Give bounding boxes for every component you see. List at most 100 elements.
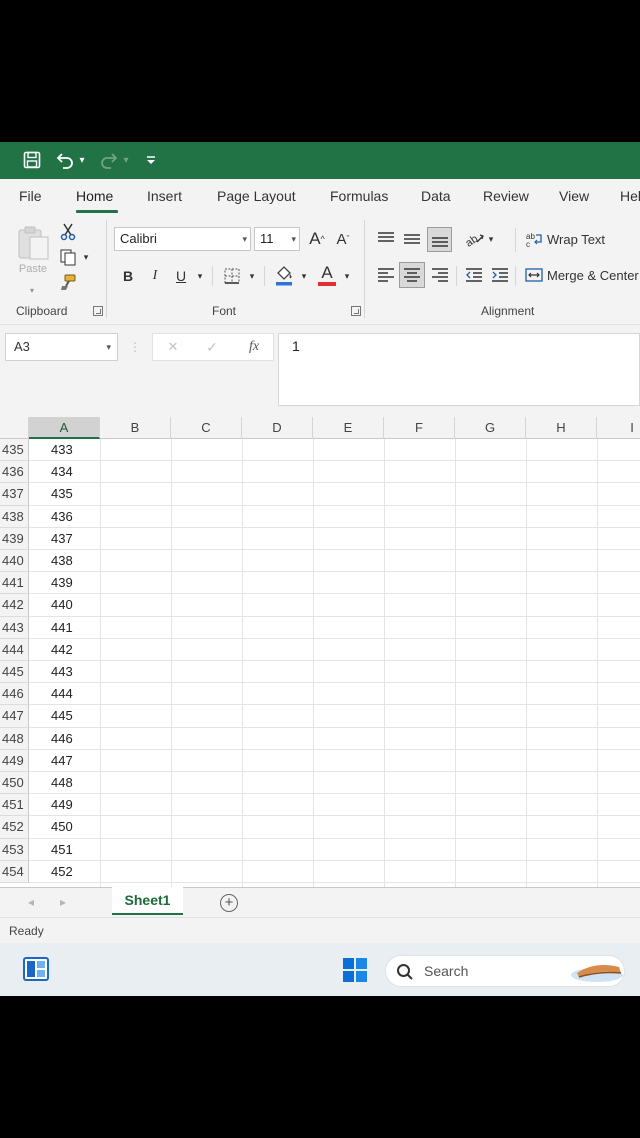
redo-icon[interactable] bbox=[98, 148, 120, 172]
column-header-i[interactable]: I bbox=[597, 417, 640, 439]
tab-home[interactable]: Home bbox=[76, 188, 113, 204]
name-box[interactable]: A3 ▾ bbox=[5, 333, 118, 361]
cell-a[interactable]: 452 bbox=[29, 860, 100, 883]
row-header[interactable]: 438 bbox=[0, 505, 29, 528]
cell-a[interactable]: 439 bbox=[29, 572, 100, 595]
underline-dropdown-icon[interactable]: ▾ bbox=[194, 264, 206, 288]
clipboard-launcher-icon[interactable] bbox=[93, 306, 103, 316]
row-header[interactable]: 443 bbox=[0, 616, 29, 639]
sheet-next-icon[interactable]: ▸ bbox=[60, 895, 66, 909]
widgets-icon[interactable] bbox=[22, 956, 50, 982]
cell-a[interactable]: 451 bbox=[29, 838, 100, 861]
font-color-button[interactable]: A bbox=[315, 262, 339, 288]
sheet-prev-icon[interactable]: ◂ bbox=[28, 895, 34, 909]
tab-file[interactable]: File bbox=[19, 188, 42, 204]
row-header[interactable]: 440 bbox=[0, 550, 29, 573]
cell-a[interactable]: 437 bbox=[29, 527, 100, 550]
cell-a[interactable]: 441 bbox=[29, 616, 100, 639]
row-header[interactable]: 447 bbox=[0, 705, 29, 728]
undo-dropdown-icon[interactable]: ▾ bbox=[76, 148, 88, 172]
save-icon[interactable] bbox=[20, 148, 44, 172]
bold-button[interactable]: B bbox=[118, 264, 138, 288]
row-header[interactable]: 452 bbox=[0, 816, 29, 839]
cut-icon[interactable] bbox=[58, 222, 78, 242]
cell-a[interactable]: 443 bbox=[29, 661, 100, 684]
row-header[interactable]: 446 bbox=[0, 683, 29, 706]
row-header[interactable]: 449 bbox=[0, 749, 29, 772]
merge-center-button[interactable]: Merge & Center bbox=[525, 264, 640, 286]
bottom-align-icon[interactable] bbox=[427, 227, 452, 252]
cell-a[interactable]: 447 bbox=[29, 749, 100, 772]
add-sheet-icon[interactable]: + bbox=[220, 894, 238, 912]
cell-a[interactable]: 438 bbox=[29, 550, 100, 573]
windows-start-icon[interactable] bbox=[341, 956, 369, 984]
tab-review[interactable]: Review bbox=[483, 188, 529, 204]
redo-dropdown-icon[interactable]: ▾ bbox=[120, 148, 132, 172]
column-header-h[interactable]: H bbox=[526, 417, 597, 439]
formula-input[interactable]: 1 bbox=[278, 333, 640, 406]
row-header[interactable]: 436 bbox=[0, 461, 29, 484]
fill-color-icon[interactable] bbox=[272, 262, 296, 288]
select-all-corner[interactable] bbox=[0, 417, 29, 439]
row-header[interactable]: 453 bbox=[0, 838, 29, 861]
worksheet-grid[interactable]: A B C D E F G H I 435 433 436 434 437 435 438 4… bbox=[0, 417, 640, 887]
cell-a[interactable]: 449 bbox=[29, 794, 100, 817]
cell-a[interactable]: 434 bbox=[29, 461, 100, 484]
font-size-select[interactable]: 11 ▾ bbox=[254, 227, 300, 251]
column-header-c[interactable]: C bbox=[171, 417, 242, 439]
row-header[interactable]: 450 bbox=[0, 772, 29, 795]
paste-dropdown-icon[interactable]: ▾ bbox=[27, 286, 37, 295]
cell-a[interactable]: 450 bbox=[29, 816, 100, 839]
enter-icon[interactable]: ✓ bbox=[203, 338, 221, 356]
decrease-indent-icon[interactable] bbox=[463, 264, 485, 286]
row-header[interactable]: 444 bbox=[0, 638, 29, 661]
column-header-f[interactable]: F bbox=[384, 417, 455, 439]
wrap-text-button[interactable]: ab c Wrap Text bbox=[526, 228, 626, 250]
row-header[interactable]: 451 bbox=[0, 794, 29, 817]
middle-align-icon[interactable] bbox=[401, 228, 423, 250]
undo-icon[interactable] bbox=[54, 148, 76, 172]
cell-a[interactable]: 435 bbox=[29, 483, 100, 506]
row-header[interactable]: 442 bbox=[0, 594, 29, 617]
orientation-dropdown-icon[interactable]: ▾ bbox=[486, 232, 496, 246]
borders-icon[interactable] bbox=[220, 264, 244, 288]
orientation-icon[interactable]: ab bbox=[463, 228, 485, 250]
row-header[interactable]: 441 bbox=[0, 572, 29, 595]
italic-button[interactable]: I bbox=[145, 264, 165, 288]
cancel-icon[interactable]: ✕ bbox=[165, 338, 181, 356]
cell-a[interactable]: 442 bbox=[29, 638, 100, 661]
copy-dropdown-icon[interactable]: ▾ bbox=[80, 251, 92, 263]
tab-insert[interactable]: Insert bbox=[147, 188, 182, 204]
top-align-icon[interactable] bbox=[375, 228, 397, 250]
cell-a[interactable]: 446 bbox=[29, 727, 100, 750]
row-header[interactable]: 454 bbox=[0, 860, 29, 883]
tab-help[interactable]: Hel bbox=[620, 188, 640, 204]
align-right-icon[interactable] bbox=[429, 264, 451, 286]
tab-data[interactable]: Data bbox=[421, 188, 451, 204]
increase-font-size-button[interactable]: A ^ bbox=[306, 227, 328, 251]
tab-formulas[interactable]: Formulas bbox=[330, 188, 388, 204]
column-header-g[interactable]: G bbox=[455, 417, 526, 439]
cell-a[interactable]: 440 bbox=[29, 594, 100, 617]
column-header-a[interactable]: A bbox=[29, 417, 100, 439]
column-header-b[interactable]: B bbox=[100, 417, 171, 439]
cell-a[interactable]: 448 bbox=[29, 772, 100, 795]
borders-dropdown-icon[interactable]: ▾ bbox=[246, 264, 258, 288]
tab-page-layout[interactable]: Page Layout bbox=[217, 188, 296, 204]
sheet-tab-sheet1[interactable]: Sheet1 bbox=[112, 887, 183, 915]
paste-button[interactable]: Paste bbox=[14, 220, 52, 280]
row-header[interactable]: 448 bbox=[0, 727, 29, 750]
row-header[interactable]: 445 bbox=[0, 661, 29, 684]
font-name-select[interactable]: Calibri ▾ bbox=[114, 227, 251, 251]
increase-indent-icon[interactable] bbox=[489, 264, 511, 286]
format-painter-icon[interactable] bbox=[58, 272, 78, 292]
column-header-e[interactable]: E bbox=[313, 417, 384, 439]
customize-icon[interactable] bbox=[143, 148, 159, 172]
insert-function-icon[interactable]: fx bbox=[245, 337, 263, 357]
row-header[interactable]: 437 bbox=[0, 483, 29, 506]
cell-a[interactable]: 444 bbox=[29, 683, 100, 706]
cell-a[interactable]: 445 bbox=[29, 705, 100, 728]
fill-color-dropdown-icon[interactable]: ▾ bbox=[298, 264, 310, 288]
copy-icon[interactable] bbox=[58, 247, 78, 267]
align-center-icon[interactable] bbox=[399, 262, 425, 288]
